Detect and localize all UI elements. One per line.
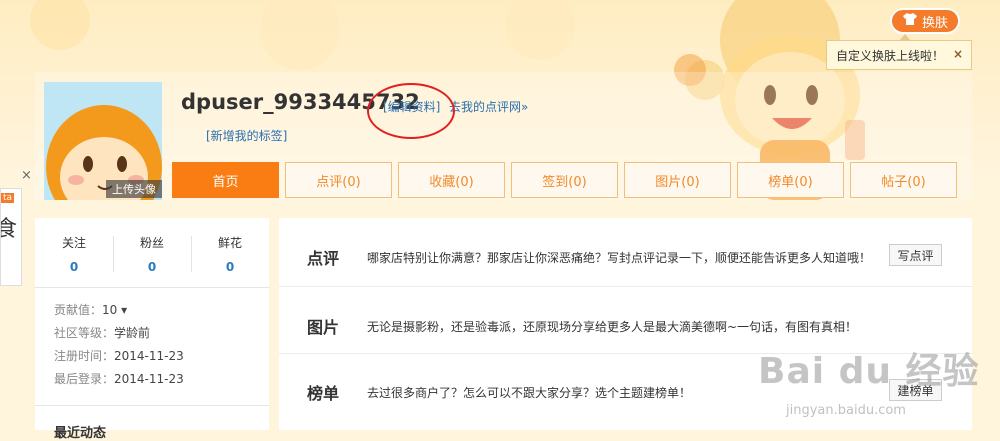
stat-value: 0 <box>147 260 157 274</box>
divider <box>279 286 972 287</box>
stat-fans[interactable]: 粉丝 0 <box>113 234 191 274</box>
baidu-watermark: Bai du 经验 <box>758 351 980 392</box>
contribution-value[interactable]: 10 ▾ <box>102 303 127 317</box>
tab-posts[interactable]: 帖子(0) <box>850 162 957 198</box>
last-login-row: 最后登录：2014-11-23 <box>54 370 184 387</box>
stat-flowers[interactable]: 鲜花 0 <box>191 234 269 274</box>
tab-photos[interactable]: 图片(0) <box>624 162 731 198</box>
row-title-photos: 图片 <box>307 318 340 337</box>
tab-checkins[interactable]: 签到(0) <box>511 162 618 198</box>
stat-label: 关注 <box>61 236 86 250</box>
baidu-watermark-url: jingyan.baidu.com <box>786 403 906 418</box>
close-icon[interactable]: × <box>953 47 963 61</box>
stat-label: 粉丝 <box>139 236 164 250</box>
row-text-reviews: 哪家店特别让你满意？那家店让你深恶痛绝？写封点评记录一下，顺便还能告诉更多人知道… <box>367 251 872 265</box>
change-skin-button[interactable]: 换肤 <box>890 8 960 34</box>
tab-home[interactable]: 首页 <box>172 162 279 198</box>
row-text-lists: 去过很多商户了？怎么可以不跟大家分享？选个主题建榜单！ <box>367 386 692 400</box>
stat-label: 鲜花 <box>217 236 242 250</box>
side-ad-label: ta <box>1 193 15 203</box>
row-text-photos: 无论是摄影粉，还是验毒派，还原现场分享给更多人是最大滴美德啊~一句话，有图有真相… <box>367 320 858 334</box>
contribution-row: 贡献值：10 ▾ <box>54 301 127 318</box>
register-row: 注册时间：2014-11-23 <box>54 347 184 364</box>
edit-profile-link[interactable]: [编辑资料] <box>383 98 440 115</box>
change-skin-label: 换肤 <box>921 15 948 31</box>
register-value: 2014-11-23 <box>114 349 184 363</box>
row-title-reviews: 点评 <box>307 249 340 268</box>
tab-lists[interactable]: 榜单(0) <box>737 162 844 198</box>
stat-value: 0 <box>69 260 79 274</box>
add-tag-link[interactable]: [新增我的标签] <box>206 127 287 144</box>
stat-following[interactable]: 关注 0 <box>35 234 113 274</box>
my-review-site-link[interactable]: 去我的点评网» <box>449 98 528 115</box>
skin-tip-text: 自定义换肤上线啦！ <box>836 48 945 63</box>
side-ad[interactable]: ta 食 <box>0 188 22 286</box>
level-value: 学龄前 <box>114 326 151 340</box>
tab-favorites[interactable]: 收藏(0) <box>398 162 505 198</box>
side-ad-glyph: 食 <box>1 211 17 243</box>
register-label: 注册时间： <box>54 349 115 363</box>
tshirt-icon <box>902 12 918 30</box>
side-ad-close-icon[interactable]: × <box>21 168 32 183</box>
last-login-value: 2014-11-23 <box>114 372 184 386</box>
profile-tabs: 首页 点评(0) 收藏(0) 签到(0) 图片(0) 榜单(0) 帖子(0) <box>172 162 957 198</box>
row-title-lists: 榜单 <box>307 384 340 403</box>
tab-reviews[interactable]: 点评(0) <box>285 162 392 198</box>
stat-value: 0 <box>225 260 235 274</box>
upload-avatar-button[interactable]: 上传头像 <box>106 180 162 198</box>
divider <box>35 287 269 288</box>
contribution-label: 贡献值： <box>54 303 103 317</box>
divider <box>35 405 269 406</box>
skin-tip: 自定义换肤上线啦！ × <box>826 34 972 70</box>
level-label: 社区等级： <box>54 326 115 340</box>
recent-activity-title: 最近动态 <box>54 426 107 441</box>
level-row: 社区等级：学龄前 <box>54 324 150 341</box>
last-login-label: 最后登录： <box>54 372 115 386</box>
write-review-button[interactable]: 写点评 <box>889 244 942 266</box>
